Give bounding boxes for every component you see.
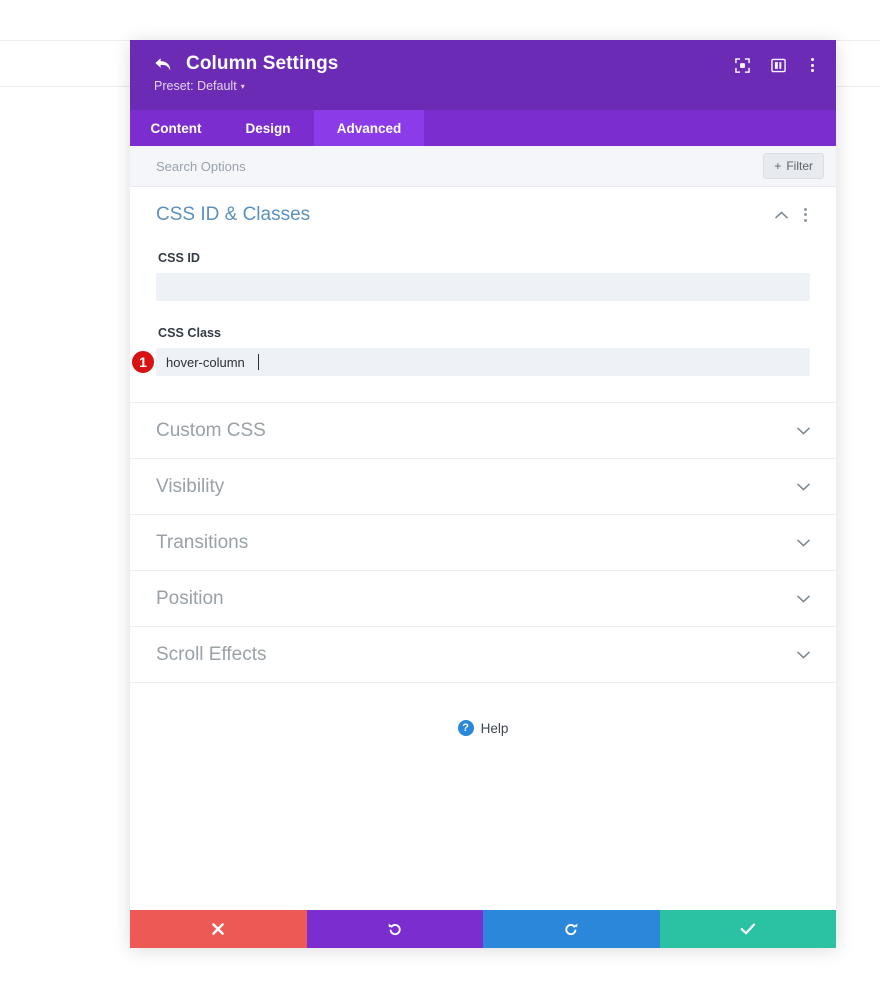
section-title: Visibility — [156, 476, 797, 498]
kebab-dot — [804, 213, 807, 216]
section-title: CSS ID & Classes — [156, 204, 775, 226]
chevron-up-icon[interactable] — [775, 211, 788, 219]
preset-label: Preset: Default — [154, 79, 237, 93]
kebab-dot — [804, 208, 807, 211]
cancel-button[interactable] — [130, 910, 307, 948]
modal-footer-actions — [130, 910, 836, 948]
back-arrow-icon[interactable] — [154, 57, 172, 72]
tab-content[interactable]: Content — [130, 110, 222, 146]
field-css-id: CSS ID — [156, 251, 810, 301]
plus-icon: + — [774, 159, 781, 173]
field-label-css-id: CSS ID — [158, 251, 810, 265]
section-title: Position — [156, 588, 797, 610]
section-transitions[interactable]: Transitions — [130, 515, 836, 571]
save-button[interactable] — [660, 910, 837, 948]
checkmark-icon — [740, 922, 756, 936]
undo-button[interactable] — [307, 910, 484, 948]
redo-button[interactable] — [483, 910, 660, 948]
css-class-input-wrap: 1 — [156, 348, 810, 376]
css-class-input[interactable] — [156, 348, 810, 376]
column-settings-modal: Column Settings Preset: Default ▾ — [130, 40, 836, 948]
annotation-badge-1: 1 — [130, 349, 156, 375]
kebab-menu-icon[interactable] — [807, 56, 818, 74]
text-cursor — [258, 354, 259, 370]
chevron-down-icon[interactable] — [797, 595, 810, 603]
section-scroll-effects[interactable]: Scroll Effects — [130, 627, 836, 683]
search-input[interactable] — [156, 159, 763, 174]
filter-button[interactable]: + Filter — [763, 153, 824, 179]
section-visibility[interactable]: Visibility — [130, 459, 836, 515]
section-title: Scroll Effects — [156, 644, 797, 666]
css-id-input[interactable] — [156, 273, 810, 301]
close-x-icon — [211, 922, 225, 936]
chevron-down-icon[interactable] — [797, 651, 810, 659]
help-label: Help — [481, 721, 509, 736]
tab-advanced[interactable]: Advanced — [314, 110, 424, 146]
section-css-id-and-classes: CSS ID & Classes CSS ID — [130, 187, 836, 403]
focus-frame-icon[interactable] — [735, 58, 750, 73]
preset-dropdown[interactable]: Preset: Default ▾ — [154, 79, 338, 93]
section-header-tools — [775, 206, 810, 224]
settings-tabbar: Content Design Advanced — [130, 110, 836, 146]
kebab-dot — [811, 58, 814, 61]
modal-header: Column Settings Preset: Default ▾ — [130, 40, 836, 110]
chevron-down-icon[interactable] — [797, 539, 810, 547]
kebab-menu-icon[interactable] — [801, 206, 810, 224]
tab-design[interactable]: Design — [222, 110, 314, 146]
modal-header-left: Column Settings Preset: Default ▾ — [154, 40, 338, 93]
kebab-dot — [804, 219, 807, 222]
chevron-down-icon[interactable] — [797, 427, 810, 435]
search-row: + Filter — [130, 146, 836, 187]
page-title: Column Settings — [186, 53, 338, 75]
section-header[interactable]: CSS ID & Classes — [156, 187, 810, 242]
section-custom-css[interactable]: Custom CSS — [130, 403, 836, 459]
filter-button-label: Filter — [786, 159, 813, 173]
section-title: Custom CSS — [156, 420, 797, 442]
redo-icon — [563, 921, 579, 937]
field-css-class: CSS Class 1 — [156, 326, 810, 376]
field-label-css-class: CSS Class — [158, 326, 810, 340]
help-link[interactable]: ? Help — [130, 720, 836, 736]
modal-title-row: Column Settings — [154, 53, 338, 75]
modal-header-icons — [735, 56, 818, 74]
panel-layout-icon[interactable] — [771, 58, 786, 73]
section-title: Transitions — [156, 532, 797, 554]
kebab-dot — [811, 69, 814, 72]
kebab-dot — [811, 64, 814, 67]
question-mark-icon: ? — [458, 720, 474, 736]
chevron-down-icon: ▾ — [241, 83, 245, 91]
undo-icon — [387, 921, 403, 937]
modal-body: CSS ID & Classes CSS ID — [130, 187, 836, 910]
section-position[interactable]: Position — [130, 571, 836, 627]
chevron-down-icon[interactable] — [797, 483, 810, 491]
